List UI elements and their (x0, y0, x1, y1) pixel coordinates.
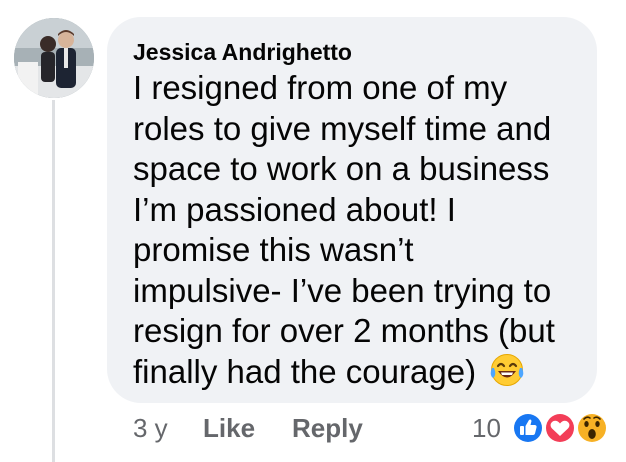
wow-reaction-icon (576, 412, 608, 444)
laughing-with-tears-emoji-icon (490, 353, 524, 397)
reply-button[interactable]: Reply (292, 413, 363, 444)
reaction-count[interactable]: 10 (472, 413, 501, 444)
comment-text-last-line: finally had the courage) (133, 352, 593, 397)
comment-text-line: promise this wasn’t (133, 231, 414, 268)
like-button[interactable]: Like (203, 413, 255, 444)
comment-author-name[interactable]: Jessica Andrighetto (133, 39, 352, 66)
like-reaction-icon (512, 412, 544, 444)
thread-line (52, 100, 55, 462)
comment-text-line: finally had the courage) (133, 352, 477, 390)
love-reaction-icon (544, 412, 576, 444)
comment-timestamp[interactable]: 3 y (133, 413, 168, 444)
comment-text-line: space to work on a business (133, 150, 550, 187)
reactions-summary[interactable] (510, 409, 614, 447)
comment-text-line: I resigned from one of my (133, 69, 508, 106)
avatar[interactable] (14, 18, 94, 98)
profile-photo-icon (14, 18, 94, 98)
comment-text: I resigned from one of my roles to give … (133, 68, 593, 396)
comment-text-line: roles to give myself time and (133, 109, 552, 147)
comment-text-line: resign for over 2 months (but (133, 312, 555, 349)
comment-text-line: impulsive- I’ve been trying to (133, 271, 552, 309)
comment-text-line: I’m passioned about! I (133, 190, 456, 228)
